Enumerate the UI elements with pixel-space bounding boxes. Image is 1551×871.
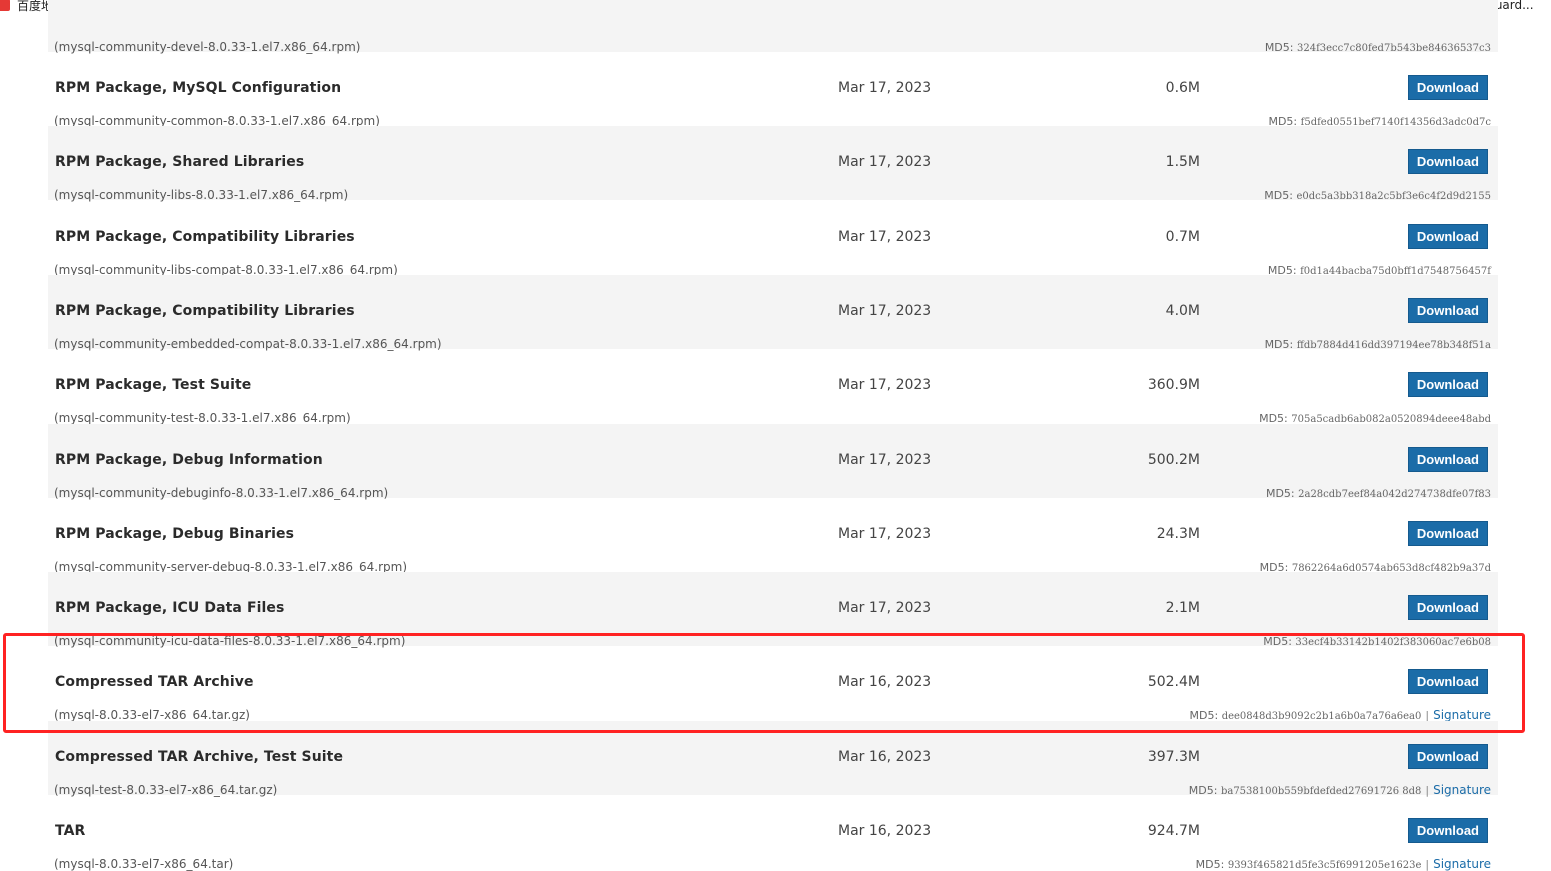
download-button[interactable]: Download [1407, 669, 1488, 694]
file-size: 360.9M [1147, 377, 1200, 393]
table-row: TAR (mysql-8.0.33-el7-x86_64.tar) Mar 16, … [48, 795, 1498, 871]
download-button[interactable]: Download [1407, 224, 1488, 249]
package-name: RPM Package, Debug Binaries [55, 526, 295, 542]
file-size: 397.3M [1147, 749, 1200, 765]
signature-link[interactable]: Signature [1433, 857, 1491, 871]
release-date: Mar 16, 2023 [838, 674, 932, 690]
release-date: Mar 17, 2023 [838, 303, 932, 319]
map-pin-icon [0, 0, 10, 11]
package-name: Compressed TAR Archive [55, 674, 254, 690]
table-row: RPM Package, ICU Data Files (mysql-commun… [48, 572, 1498, 648]
package-name: TAR [55, 823, 86, 839]
release-date: Mar 17, 2023 [838, 526, 932, 542]
release-date: Mar 16, 2023 [838, 823, 932, 839]
file-size: 4.0M [1165, 303, 1200, 319]
package-name: RPM Package, Test Suite [55, 377, 252, 393]
file-size: 1.5M [1165, 154, 1200, 170]
file-size: 0.6M [1165, 80, 1200, 96]
release-date: Mar 17, 2023 [838, 80, 932, 96]
release-date: Mar 17, 2023 [838, 229, 932, 245]
package-name: RPM Package, Compatibility Libraries [55, 303, 355, 319]
release-date: Mar 17, 2023 [838, 600, 932, 616]
file-size: 24.3M [1156, 526, 1200, 542]
package-name: RPM Package, MySQL Configuration [55, 80, 342, 96]
download-button[interactable]: Download [1407, 298, 1488, 323]
table-row: Compressed TAR Archive, Test Suite (mysql… [48, 721, 1498, 797]
md5-checksum: MD5: 9393f465821d5fe3c5f6991205e1623e | Si… [1196, 857, 1491, 871]
file-size: 924.7M [1147, 823, 1200, 839]
table-row: RPM Package, Shared Libraries (mysql-comm… [48, 126, 1498, 202]
release-date: Mar 16, 2023 [838, 749, 932, 765]
table-row-partial: (mysql-community-devel-8.0.33-1.el7.x86_… [48, 0, 1498, 54]
table-row: RPM Package, MySQL Configuration (mysql-c… [48, 52, 1498, 128]
download-button[interactable]: Download [1407, 75, 1488, 100]
file-name: (mysql-8.0.33-el7-x86_64.tar) [54, 857, 234, 871]
table-row: RPM Package, Compatibility Libraries (mys… [48, 275, 1498, 351]
separator: | [1425, 858, 1430, 871]
md5-label: MD5: [1195, 858, 1225, 871]
download-button[interactable]: Download [1407, 447, 1488, 472]
file-size: 500.2M [1147, 452, 1200, 468]
download-button[interactable]: Download [1407, 372, 1488, 397]
release-date: Mar 17, 2023 [838, 377, 932, 393]
package-name: Compressed TAR Archive, Test Suite [55, 749, 344, 765]
table-row: RPM Package, Test Suite (mysql-community-… [48, 349, 1498, 425]
file-size: 0.7M [1165, 229, 1200, 245]
release-date: Mar 17, 2023 [838, 154, 932, 170]
md5-hash: 9393f465821d5fe3c5f6991205e1623e [1227, 860, 1422, 871]
download-button[interactable]: Download [1407, 521, 1488, 546]
table-row: RPM Package, Debug Information (mysql-com… [48, 424, 1498, 500]
package-name: RPM Package, ICU Data Files [55, 600, 285, 616]
download-button[interactable]: Download [1407, 595, 1488, 620]
package-name: RPM Package, Compatibility Libraries [55, 229, 355, 245]
downloads-table: (mysql-community-devel-8.0.33-1.el7.x86_… [48, 0, 1498, 871]
download-button[interactable]: Download [1407, 149, 1488, 174]
download-button[interactable]: Download [1407, 818, 1488, 843]
package-name: RPM Package, Debug Information [55, 452, 323, 468]
download-button[interactable]: Download [1407, 744, 1488, 769]
table-row: RPM Package, Debug Binaries (mysql-commun… [48, 498, 1498, 574]
file-size: 2.1M [1165, 600, 1200, 616]
release-date: Mar 17, 2023 [838, 452, 932, 468]
table-row: RPM Package, Compatibility Libraries (mys… [48, 201, 1498, 277]
signature-link[interactable]: Signature [1433, 708, 1491, 722]
package-name: RPM Package, Shared Libraries [55, 154, 305, 170]
file-size: 502.4M [1147, 674, 1200, 690]
table-row: Compressed TAR Archive (mysql-8.0.33-el7-… [48, 646, 1498, 722]
